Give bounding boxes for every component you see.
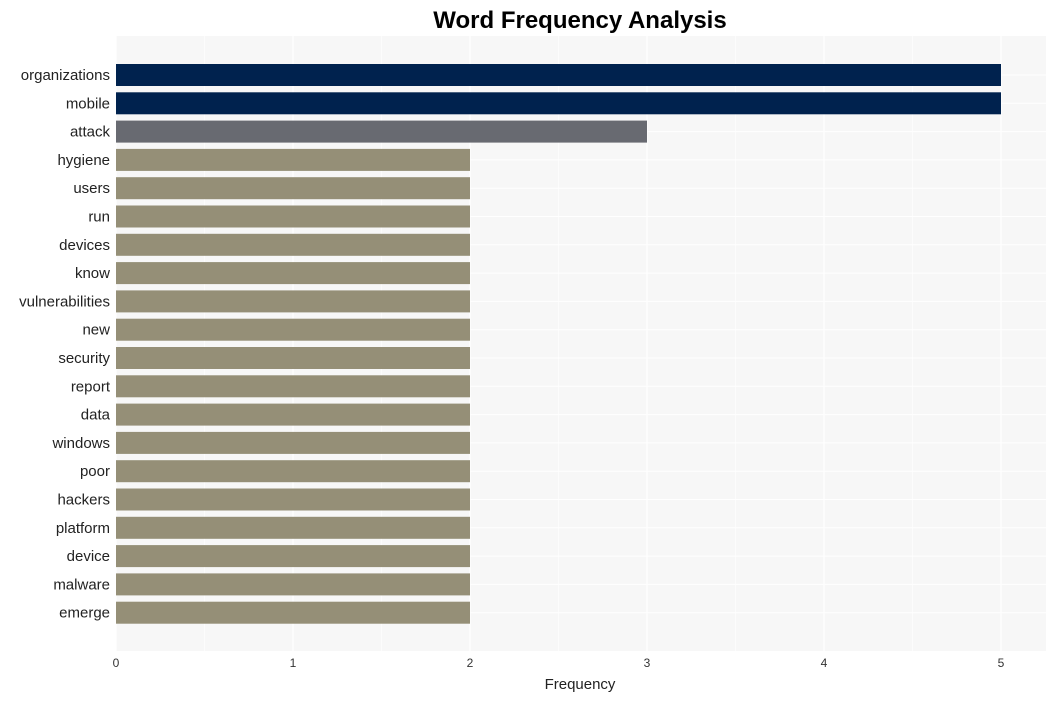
y-tick-label: hygiene — [57, 152, 110, 169]
y-tick-label: users — [73, 180, 110, 197]
bar-mobile — [116, 92, 1001, 115]
bar-malware — [116, 573, 470, 596]
bar-devices — [116, 233, 470, 256]
bar-device — [116, 545, 470, 568]
x-tick-label: 0 — [113, 656, 120, 670]
bar-windows — [116, 431, 470, 454]
y-tick-label: security — [58, 350, 110, 367]
bar-platform — [116, 516, 470, 539]
x-axis-label: Frequency — [545, 676, 616, 693]
bar-report — [116, 375, 470, 398]
bar-emerge — [116, 601, 470, 624]
y-axis-labels: organizations mobile attack hygiene users run… — [19, 67, 111, 622]
y-tick-label: devices — [59, 237, 110, 254]
y-tick-label: hackers — [57, 492, 110, 509]
y-tick-label: attack — [70, 124, 111, 141]
bar-organizations — [116, 64, 1001, 86]
bar-know — [116, 262, 470, 285]
y-tick-label: emerge — [59, 605, 110, 622]
y-tick-label: data — [81, 407, 111, 424]
word-frequency-chart: Word Frequency Analysis organizations mob… — [19, 7, 1046, 693]
y-tick-label: new — [82, 322, 110, 339]
bar-poor — [116, 460, 470, 483]
chart-title: Word Frequency Analysis — [433, 7, 726, 34]
y-tick-label: device — [67, 548, 110, 565]
x-axis-ticks: 0 1 2 3 4 5 — [113, 656, 1005, 670]
bar-security — [116, 347, 470, 369]
y-tick-label: poor — [80, 463, 110, 480]
bar-hackers — [116, 488, 470, 511]
x-tick-label: 2 — [467, 656, 474, 670]
y-tick-label: malware — [53, 576, 110, 593]
bar-hygiene — [116, 148, 470, 171]
y-tick-label: run — [88, 209, 110, 226]
x-tick-label: 5 — [998, 656, 1005, 670]
bar-data — [116, 403, 470, 426]
y-tick-label: report — [71, 378, 111, 395]
bar-new — [116, 318, 470, 341]
x-tick-label: 1 — [290, 656, 297, 670]
bar-attack — [116, 120, 647, 143]
y-tick-label: platform — [56, 520, 110, 537]
y-tick-label: organizations — [21, 67, 110, 84]
bar-vulnerabilities — [116, 290, 470, 313]
x-tick-label: 3 — [644, 656, 651, 670]
y-tick-label: windows — [51, 435, 110, 452]
x-tick-label: 4 — [821, 656, 828, 670]
y-tick-label: mobile — [66, 95, 110, 112]
bar-users — [116, 177, 470, 200]
bar-run — [116, 205, 470, 228]
y-tick-label: know — [75, 265, 110, 282]
y-tick-label: vulnerabilities — [19, 293, 110, 310]
